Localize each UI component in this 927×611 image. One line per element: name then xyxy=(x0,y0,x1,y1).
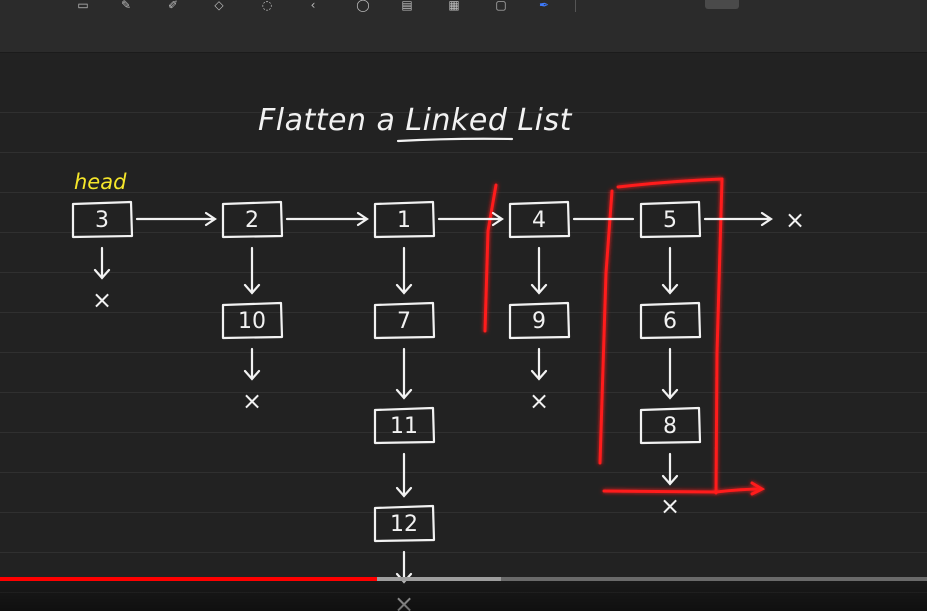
down-arrow-4-1 xyxy=(661,347,679,400)
toolbar-divider xyxy=(575,0,576,12)
node-2-2-value: 11 xyxy=(390,414,418,439)
image-icon[interactable]: ▦ xyxy=(443,0,465,11)
down-arrow-0-end xyxy=(93,246,111,280)
pen-icon[interactable]: ✎ xyxy=(115,0,137,11)
node-4-1-value: 6 xyxy=(663,309,677,334)
null-4: × xyxy=(660,492,680,520)
shape-icon[interactable]: ◯ xyxy=(352,0,374,11)
red-highlight-marks xyxy=(483,177,766,496)
video-controls-strip xyxy=(0,581,927,611)
node-2-3-value: 12 xyxy=(390,512,418,537)
node-4-2-value: 8 xyxy=(663,414,677,439)
node-2-0-value: 1 xyxy=(397,208,411,233)
whiteboard-canvas[interactable]: Flatten a Linked List head 3 × 2 10 × 1 7 11 12 ×… xyxy=(0,53,927,611)
select-icon[interactable]: ▭ xyxy=(72,0,94,11)
text-icon[interactable]: ▤ xyxy=(396,0,418,11)
node-3-1-value: 9 xyxy=(532,309,546,334)
next-arrow-2 xyxy=(437,211,504,227)
list-nodes: 3×210×171112×49×568×× xyxy=(71,200,805,611)
sticky-note-icon[interactable]: ▢ xyxy=(490,0,512,11)
null-next: × xyxy=(785,206,805,234)
node-1-0-value: 2 xyxy=(245,208,259,233)
node-4-0-value: 5 xyxy=(663,208,677,233)
down-arrow-3-end xyxy=(530,347,548,381)
down-arrow-4-0 xyxy=(661,246,679,295)
drawing-toolbar: ▭ ✎ ✐ ◇ ◌ ‹ ◯ ▤ ▦ ▢ ✒ xyxy=(0,0,927,53)
down-arrow-3-0 xyxy=(530,246,548,295)
blue-pen-icon[interactable]: ✒ xyxy=(533,0,555,11)
toolbar-color-swatch[interactable] xyxy=(705,0,739,9)
node-2-1-value: 7 xyxy=(397,309,411,334)
linked-list-diagram: Flatten a Linked List head 3 × 2 10 × 1 7 11 12 ×… xyxy=(71,103,805,611)
node-3-0-value: 4 xyxy=(532,208,546,233)
back-arrow-icon[interactable]: ‹ xyxy=(302,0,324,11)
node-0-0-value: 3 xyxy=(95,208,109,233)
title-underline xyxy=(396,137,514,143)
null-1: × xyxy=(242,387,262,415)
node-1-1-value: 10 xyxy=(238,309,266,334)
board-title: Flatten a Linked List xyxy=(258,103,573,138)
next-arrow-last xyxy=(703,211,773,227)
next-arrow-0 xyxy=(135,211,217,227)
highlighter-icon[interactable]: ✐ xyxy=(162,0,184,11)
down-arrow-1-0 xyxy=(243,246,261,295)
down-arrow-4-end xyxy=(661,452,679,486)
down-arrow-2-2 xyxy=(395,452,413,498)
next-arrow-1 xyxy=(285,211,369,227)
eraser-icon[interactable]: ◇ xyxy=(208,0,230,11)
null-3: × xyxy=(529,387,549,415)
head-label: head xyxy=(74,170,127,194)
down-arrow-2-1 xyxy=(395,347,413,400)
down-arrow-1-end xyxy=(243,347,261,381)
null-0: × xyxy=(92,286,112,314)
lasso-icon[interactable]: ◌ xyxy=(256,0,278,11)
down-arrow-2-0 xyxy=(395,246,413,295)
